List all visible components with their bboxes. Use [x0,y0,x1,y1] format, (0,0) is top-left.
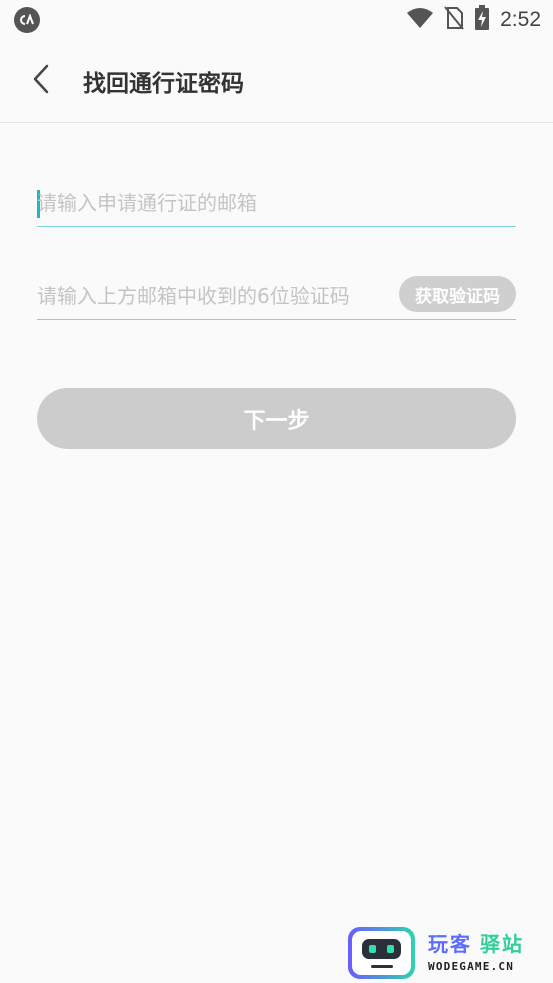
no-sim-icon [444,6,464,34]
app-notification-icon [14,7,40,33]
back-button[interactable] [26,62,56,100]
watermark-cn-text: 玩客 驿站 [428,932,524,956]
next-step-button[interactable]: 下一步 [37,388,516,449]
email-input[interactable] [37,180,516,226]
page-title: 找回通行证密码 [83,71,244,97]
verification-code-input[interactable] [37,273,392,319]
get-code-button[interactable]: 获取验证码 [399,276,516,312]
watermark-logo: 玩客 驿站 WODEGAME.CN [348,926,553,980]
email-field-container [37,180,516,227]
app-header: 找回通行证密码 [0,40,553,123]
status-time: 2:52 [500,8,541,31]
status-icons: 2:52 [406,5,541,35]
status-bar: 2:52 [0,0,553,40]
wifi-icon [406,7,434,33]
chevron-left-icon [32,64,50,98]
code-field-container: 获取验证码 [37,273,516,320]
battery-charging-icon [474,5,490,35]
robot-logo-icon [348,927,415,979]
watermark-en-text: WODEGAME.CN [428,960,515,973]
